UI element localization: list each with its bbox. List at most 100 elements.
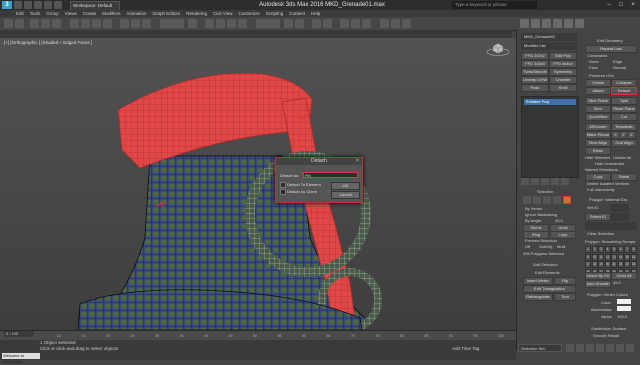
smoothing-group-button[interactable]: 17 [585,261,591,268]
schematic-icon[interactable] [351,19,360,28]
menu-item[interactable]: Rendering [186,10,207,17]
reference-coord-dropdown[interactable] [160,19,184,28]
attach-button[interactable]: Attach [585,87,611,95]
menu-item[interactable]: Civil View [213,10,232,17]
new-icon[interactable] [14,1,22,9]
redo-icon[interactable] [54,1,62,9]
unhide-all-button[interactable]: Unhide All [613,155,631,160]
insert-vertex-button[interactable]: Insert Vertex [523,277,553,285]
soft-selection-rollout[interactable]: Soft Selection [533,262,558,267]
create-button[interactable]: Create [585,79,611,87]
auto-smooth-value[interactable]: 45.0 [613,280,621,285]
smoothing-group-button[interactable]: 6 [617,246,624,253]
cut-button[interactable]: Cut [611,113,637,121]
by-angle-checkbox[interactable]: By Angle: [525,218,542,223]
vertex-mode-icon[interactable] [523,196,531,204]
detach-as-clone-checkbox[interactable] [280,189,286,195]
alpha-value[interactable]: 100.0 [617,314,627,319]
edit-elements-rollout[interactable]: Edit Elements [535,270,560,275]
hide-selected-button[interactable]: Hide Selected [585,155,610,160]
clear-all-button[interactable]: Clear All [611,272,637,280]
grid-align-button[interactable]: Grid Align [611,139,637,147]
redo-icon[interactable] [15,19,24,28]
turn-button[interactable]: Turn [554,293,576,301]
menu-item[interactable]: Group [46,10,59,17]
element-mode-icon[interactable] [563,196,571,204]
pan-icon[interactable] [626,344,634,352]
cancel-button[interactable]: Cancel [331,191,360,199]
menu-item[interactable]: Content [289,10,305,17]
smoothing-group-button[interactable]: 20 [604,261,611,268]
smoothing-group-button[interactable]: 14 [617,253,624,261]
msmooth-button[interactable]: MSmooth [585,123,611,131]
select-id-spinner[interactable] [611,213,629,221]
make-planar-button[interactable]: Make Planar [585,131,611,139]
modifier-button[interactable]: Push [521,84,549,92]
rotate-icon[interactable] [131,19,140,28]
go-to-start-icon[interactable] [566,344,574,352]
constraint-normal-radio[interactable]: Normal [613,65,626,70]
menu-item[interactable]: Customize [238,10,259,17]
create-tab-icon[interactable] [520,19,529,28]
constraint-none-radio[interactable]: None [589,59,599,64]
unlink-icon[interactable] [41,19,50,28]
smoothing-group-button[interactable]: 12 [604,253,611,261]
menu-item[interactable]: Views [65,10,77,17]
named-selection-dropdown[interactable] [256,19,280,28]
paste-button[interactable]: Paste [611,173,637,181]
stack-item-editable-poly[interactable]: Editable Poly [524,99,576,105]
relax-button[interactable]: Relax [585,147,611,155]
selection-rollout-title[interactable]: Selection [537,189,553,194]
select-id-button[interactable]: Select ID [585,213,611,221]
set-id-spinner[interactable] [611,204,629,212]
scale-icon[interactable] [142,19,151,28]
by-vertex-checkbox[interactable]: By Vertex [525,206,542,211]
view-align-button[interactable]: View Align [585,139,611,147]
smoothing-groups-rollout[interactable]: Polygon: Smoothing Groups [585,239,635,244]
hide-unselected-button[interactable]: Hide Unselected [595,161,624,166]
maximize-icon[interactable]: □ [616,1,626,9]
snaps-icon[interactable] [205,19,214,28]
smoothing-group-button[interactable]: 1 [585,246,591,253]
angle-snap-icon[interactable] [216,19,225,28]
minimize-icon[interactable]: – [604,1,614,9]
modifier-button[interactable]: FFD 2x2x2 [521,52,549,60]
maxscript-listener[interactable]: Welcome to MAXScript. [2,353,40,364]
modifier-button[interactable]: Chamfer [549,76,577,84]
detach-to-element-checkbox[interactable] [280,182,286,188]
remove-modifier-icon[interactable] [551,178,559,185]
smoothing-group-button[interactable]: 21 [611,261,617,268]
menu-item[interactable]: Help [311,10,320,17]
planar-z-button[interactable]: Z [627,131,636,139]
border-mode-icon[interactable] [543,196,551,204]
smoothing-group-button[interactable]: 8 [630,246,637,253]
constraint-edge-radio[interactable]: Edge [613,59,622,64]
clear-selection-checkbox[interactable]: Clear Selection [587,231,614,236]
close-icon[interactable]: × [628,1,638,9]
edit-triangulation-button[interactable]: Edit Triangulation [523,285,576,293]
smoothing-group-button[interactable]: 23 [624,261,630,268]
spinner-snap-icon[interactable] [238,19,247,28]
full-interactivity-checkbox[interactable]: Full Interactivity [587,187,615,192]
edge-mode-icon[interactable] [533,196,541,204]
modifier-button[interactable]: FFD 4x4x4 [549,60,577,68]
zoom-icon[interactable] [616,344,624,352]
smoothing-group-button[interactable]: 19 [598,261,604,268]
collapse-button[interactable]: Collapse [611,79,637,87]
modifier-button[interactable]: Symmetry [549,68,577,76]
modifier-button[interactable]: Shell [549,84,577,92]
open-icon[interactable] [24,1,32,9]
modifier-list-dropdown[interactable]: Modifier List [521,42,577,50]
menu-item[interactable]: Modifiers [102,10,120,17]
menu-item[interactable]: Create [83,10,97,17]
time-slider[interactable]: 0 / 100 [4,331,34,337]
preview-multi-radio[interactable]: Multi [557,244,565,249]
slice-button[interactable]: Slice [585,105,611,113]
go-to-end-icon[interactable] [606,344,614,352]
save-icon[interactable] [34,1,42,9]
by-angle-value[interactable]: 45.0 [555,218,563,223]
slice-plane-button[interactable]: Slice Plane [585,97,611,105]
select-object-icon[interactable] [70,19,79,28]
ignore-backfacing-checkbox[interactable]: Ignore Backfacing [525,212,557,217]
bind-space-warp-icon[interactable] [52,19,61,28]
